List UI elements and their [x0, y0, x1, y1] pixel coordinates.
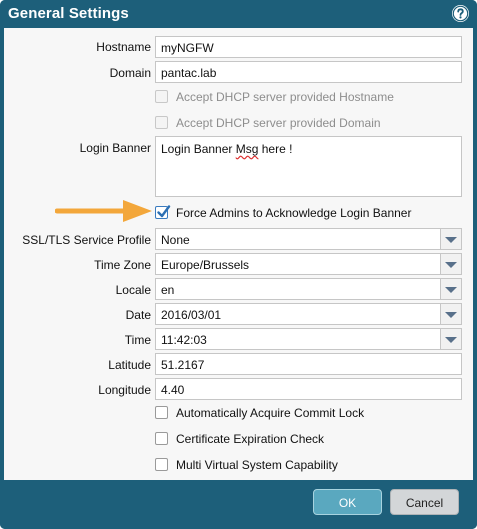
dhcp-hostname-label: Accept DHCP server provided Hostname — [176, 90, 394, 104]
date-label: Date — [125, 308, 151, 322]
hostname-label: Hostname — [96, 40, 151, 54]
login-banner-label: Login Banner — [79, 141, 151, 155]
time-select[interactable]: 11:42:03 — [155, 328, 441, 350]
login-banner-text-pre: Login Banner — [161, 142, 236, 156]
ok-button[interactable]: OK — [313, 489, 382, 515]
login-banner-text-misspelled: Msg — [235, 142, 259, 156]
login-banner-text-post: here ! — [258, 142, 293, 156]
cancel-button[interactable]: Cancel — [390, 489, 459, 515]
ssl-profile-dropdown-icon[interactable] — [441, 228, 462, 250]
time-label: Time — [124, 333, 151, 347]
domain-input[interactable]: pantac.lab — [155, 61, 462, 83]
longitude-input[interactable]: 4.40 — [155, 378, 462, 400]
time-zone-select[interactable]: Europe/Brussels — [155, 253, 441, 275]
time-dropdown-icon[interactable] — [441, 328, 462, 350]
hostname-input[interactable]: myNGFW — [155, 36, 462, 58]
date-select[interactable]: 2016/03/01 — [155, 303, 441, 325]
domain-label: Domain — [109, 66, 151, 80]
locale-dropdown-icon[interactable] — [441, 278, 462, 300]
commit-lock-checkbox[interactable] — [155, 406, 168, 419]
force-ack-label: Force Admins to Acknowledge Login Banner — [176, 206, 412, 220]
multi-vsys-label: Multi Virtual System Capability — [176, 458, 338, 472]
force-ack-checkbox[interactable] — [155, 205, 171, 219]
locale-label: Locale — [115, 283, 151, 297]
dhcp-domain-checkbox[interactable] — [155, 116, 168, 129]
latitude-label: Latitude — [108, 358, 151, 372]
general-settings-dialog: General Settings Hostname myNGFW Domain … — [0, 0, 477, 529]
latitude-input[interactable]: 51.2167 — [155, 353, 462, 375]
date-dropdown-icon[interactable] — [441, 303, 462, 325]
cert-check-checkbox[interactable] — [155, 432, 168, 445]
cert-check-label: Certificate Expiration Check — [176, 432, 325, 446]
dialog-title: General Settings — [8, 5, 129, 22]
commit-lock-label: Automatically Acquire Commit Lock — [176, 406, 365, 420]
dialog-titlebar: General Settings — [0, 0, 477, 28]
time-zone-label: Time Zone — [94, 258, 151, 272]
login-banner-textarea[interactable]: Login Banner Msg here ! — [155, 136, 462, 197]
ssl-profile-select[interactable]: None — [155, 228, 441, 250]
longitude-label: Longitude — [98, 383, 151, 397]
annotation-arrow-icon — [55, 200, 152, 222]
locale-select[interactable]: en — [155, 278, 441, 300]
time-zone-dropdown-icon[interactable] — [441, 253, 462, 275]
dhcp-domain-label: Accept DHCP server provided Domain — [176, 116, 381, 130]
checkmark-icon — [157, 205, 171, 218]
help-icon[interactable] — [452, 5, 469, 22]
ssl-profile-label: SSL/TLS Service Profile — [22, 233, 151, 247]
dhcp-hostname-checkbox[interactable] — [155, 90, 168, 103]
multi-vsys-checkbox[interactable] — [155, 458, 168, 471]
